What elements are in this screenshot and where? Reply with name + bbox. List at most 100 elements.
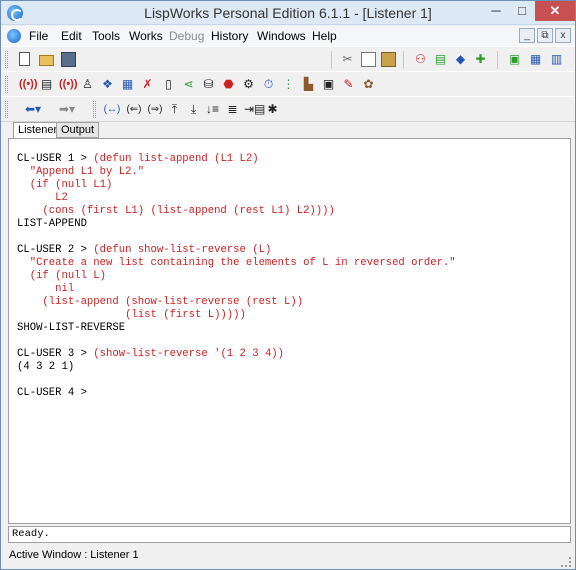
brush-icon[interactable]: ✎ [341, 77, 356, 92]
toolbar-grip[interactable] [5, 76, 8, 93]
toolbar-grip[interactable] [93, 101, 96, 118]
palette-icon[interactable]: ✿ [361, 77, 376, 92]
listener-line: (list-append (show-list-reverse (rest L)… [17, 296, 456, 309]
listener-doc-icon[interactable] [7, 29, 21, 43]
toolbar-separator [497, 51, 498, 69]
lispworks-window: LispWorks Personal Edition 6.1.1 - [List… [0, 0, 576, 570]
tree-icon[interactable]: ⋖ [181, 77, 196, 92]
listener-text[interactable]: CL-USER 1 > (defun list-append (L1 L2) "… [17, 153, 456, 400]
listener-input: "Create a new list containing the elemen… [17, 257, 456, 269]
cut-icon[interactable]: ✂ [340, 52, 355, 67]
menu-windows[interactable]: Windows [257, 29, 306, 43]
copy-icon[interactable] [361, 52, 376, 67]
redo-form-icon[interactable]: (⇒) [146, 102, 164, 117]
close-button[interactable]: ✕ [535, 1, 575, 21]
menu-works[interactable]: Works [129, 29, 163, 43]
timer-icon[interactable]: ⏱ [261, 77, 276, 92]
listener-input: (list-append (show-list-reverse (rest L)… [17, 296, 304, 308]
radio-icon[interactable]: ((•)) [19, 77, 38, 92]
listener-output: LIST-APPEND [17, 218, 87, 230]
bug-icon[interactable]: ✱ [265, 102, 280, 117]
listener-line: LIST-APPEND [17, 218, 456, 231]
back-icon[interactable]: ⬅▾ [21, 102, 45, 117]
listener-line: SHOW-LIST-REVERSE [17, 322, 456, 335]
standard-toolbar: ✂ ⚇ ▤ ◆ ✚ ▣ ▦ ▥ [1, 46, 575, 72]
search-icon[interactable]: ⋮ [281, 77, 296, 92]
toolbar-grip[interactable] [5, 51, 8, 68]
stop-icon[interactable]: ⬣ [221, 77, 236, 92]
tool-icon[interactable]: ✗ [140, 77, 155, 92]
menu-help[interactable]: Help [312, 29, 337, 43]
listener-input: "Append L1 by L2." [17, 166, 145, 178]
new-file-icon[interactable] [19, 52, 30, 66]
listener-line: (cons (first L1) (list-append (rest L1) … [17, 205, 456, 218]
toolbar-grip[interactable] [5, 101, 8, 118]
browser-icon[interactable]: ◆ [453, 52, 468, 67]
process-icon[interactable]: ⚙ [241, 77, 256, 92]
package-icon[interactable]: ⛁ [201, 77, 216, 92]
list-icon[interactable]: ↓≡ [205, 102, 220, 117]
graph-icon[interactable]: ▣ [321, 77, 336, 92]
step-out-icon[interactable]: ⤓ [186, 102, 201, 117]
listener-output: (4 3 2 1) [17, 361, 75, 373]
output-icon[interactable]: ((•)) [59, 77, 78, 92]
listener-line: "Append L1 by L2." [17, 166, 456, 179]
toolbar-separator [331, 51, 332, 69]
listener-input: (cons (first L1) (list-append (rest L1) … [17, 205, 335, 217]
listener-input: (defun list-append (L1 L2) [93, 153, 259, 165]
listener-line: nil [17, 283, 456, 296]
editor-icon[interactable]: ▤ [433, 52, 448, 67]
mdi-minimize-button[interactable]: _ [519, 28, 535, 43]
listener-icon[interactable]: ⚇ [413, 52, 428, 67]
undo-form-icon[interactable]: (⇐) [125, 102, 143, 117]
save-icon[interactable] [61, 52, 76, 67]
function-icon[interactable]: ♙ [80, 77, 95, 92]
tab-listener[interactable]: Listener [13, 122, 63, 139]
tab-output[interactable]: Output [56, 122, 100, 138]
window-list-icon[interactable]: ▦ [528, 52, 543, 67]
listener-prompt: CL-USER 2 > [17, 244, 94, 256]
title-bar[interactable]: LispWorks Personal Edition 6.1.1 - [List… [1, 1, 575, 25]
mdi-restore-button[interactable]: ⧉ [537, 28, 553, 43]
menu-tools[interactable]: Tools [92, 29, 120, 43]
listener-line: L2 [17, 192, 456, 205]
inspector-icon[interactable]: ✚ [473, 52, 488, 67]
menu-debug[interactable]: Debug [169, 29, 204, 43]
clipboard-icon[interactable]: ▯ [161, 77, 176, 92]
podium-icon[interactable]: ▥ [549, 52, 564, 67]
listener-line: CL-USER 2 > (defun show-list-reverse (L) [17, 244, 456, 257]
new-window-icon[interactable]: ▣ [507, 52, 522, 67]
step-in-icon[interactable]: ⤒ [167, 102, 182, 117]
listener-line: CL-USER 4 > [17, 387, 456, 400]
generic-icon[interactable]: ▦ [120, 77, 135, 92]
menu-edit[interactable]: Edit [61, 29, 82, 43]
menu-bar: File Edit Tools Works Debug History Wind… [1, 26, 575, 46]
listener-prompt: CL-USER 3 > [17, 348, 94, 360]
resize-grip[interactable] [561, 557, 571, 567]
document-icon[interactable]: ▤ [39, 77, 54, 92]
listener-line [17, 374, 456, 387]
listener-line [17, 335, 456, 348]
open-folder-icon[interactable] [39, 55, 54, 66]
minimize-button[interactable]: ─ [483, 1, 509, 21]
boot-icon[interactable]: ▙ [301, 77, 316, 92]
mdi-close-button[interactable]: x [555, 28, 571, 43]
indent-icon[interactable]: ≣ [225, 102, 240, 117]
macroexpand-icon[interactable]: ⇥▤ [244, 102, 265, 117]
echo-area[interactable]: Ready. [8, 526, 571, 543]
menu-history[interactable]: History [211, 29, 248, 43]
listener-line [17, 231, 456, 244]
forward-icon[interactable]: ➡▾ [55, 102, 79, 117]
listener-input: L2 [17, 192, 68, 204]
listener-line: "Create a new list containing the elemen… [17, 257, 456, 270]
history-toolbar: ⬅▾ ➡▾ (↔) (⇐) (⇒) ⤒ ⤓ ↓≡ ≣ ⇥▤ ✱ [1, 96, 575, 122]
class-icon[interactable]: ❖ [100, 77, 115, 92]
listener-line: CL-USER 1 > (defun list-append (L1 L2) [17, 153, 456, 166]
maximize-button[interactable]: □ [509, 1, 535, 21]
listener-prompt: CL-USER 1 > [17, 153, 94, 165]
listener-line: (if (null L1) [17, 179, 456, 192]
paste-icon[interactable] [381, 52, 396, 67]
menu-file[interactable]: File [29, 29, 48, 43]
eval-icon[interactable]: (↔) [103, 102, 121, 117]
listener-pane[interactable]: CL-USER 1 > (defun list-append (L1 L2) "… [8, 138, 571, 524]
